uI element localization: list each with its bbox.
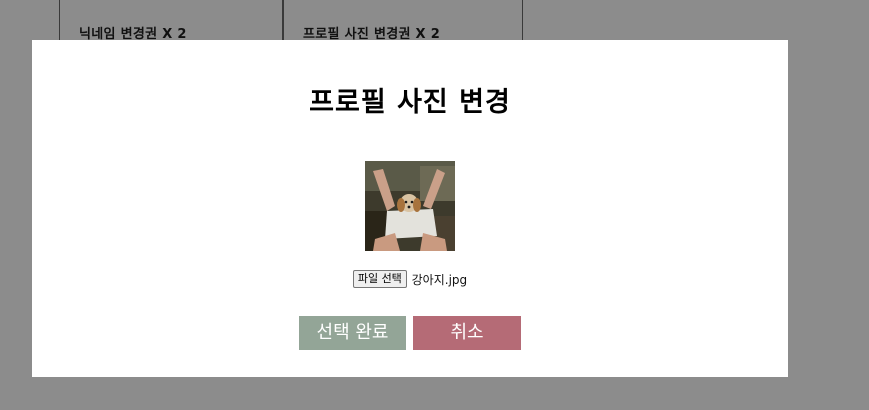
selected-file-name: 강아지.jpg	[411, 272, 468, 287]
choose-file-button[interactable]: 파일 선택	[352, 270, 407, 288]
confirm-selection-button[interactable]: 선택 완료	[299, 316, 406, 350]
cancel-button[interactable]: 취소	[413, 316, 521, 350]
dog-photo-image	[365, 161, 455, 251]
modal-title: 프로필 사진 변경	[309, 87, 511, 118]
file-input-row: 파일 선택 강아지.jpg	[32, 270, 788, 288]
profile-photo-preview	[365, 161, 455, 251]
profile-photo-modal: 프로필 사진 변경 파일 선택 강아지.jpg 선택 완료 취소	[32, 40, 788, 377]
